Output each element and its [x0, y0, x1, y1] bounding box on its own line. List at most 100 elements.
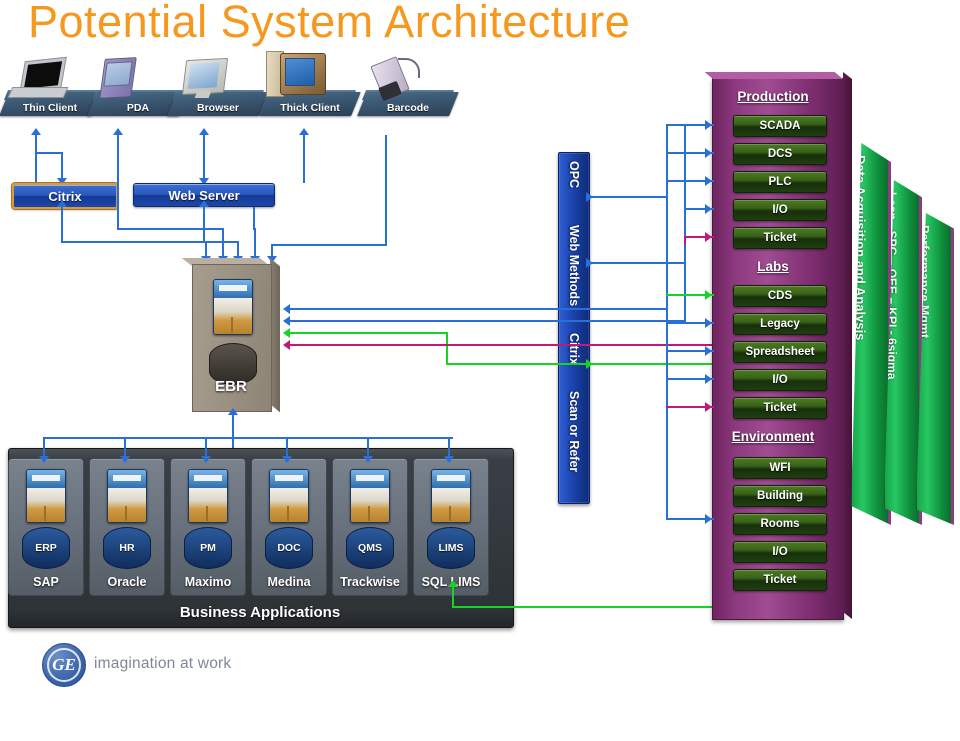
arrow-head	[31, 128, 41, 135]
connector-line-green	[446, 363, 754, 365]
arrow-head	[199, 128, 209, 135]
server-icon	[188, 469, 228, 523]
bus-line	[666, 308, 668, 518]
system-spreadsheet[interactable]: Spreadsheet	[733, 341, 827, 363]
database-cylinder-icon: LIMS	[427, 527, 475, 569]
arrow-head-green	[448, 580, 458, 587]
connector-line	[385, 185, 387, 245]
section-heading-production: Production	[737, 89, 809, 104]
system-io-labs[interactable]: I/O	[733, 369, 827, 391]
system-ticket-labs[interactable]: Ticket	[733, 397, 827, 419]
system-building[interactable]: Building	[733, 485, 827, 507]
db-label: DOC	[277, 542, 301, 554]
arrow-head	[201, 456, 211, 463]
connector-line	[203, 155, 205, 180]
system-io-environment[interactable]: I/O	[733, 541, 827, 563]
system-plc[interactable]: PLC	[733, 171, 827, 193]
arrow-head	[113, 128, 123, 135]
system-ticket-production[interactable]: Ticket	[733, 227, 827, 249]
database-cylinder-icon: PM	[184, 527, 232, 569]
ge-monogram-icon: GE	[42, 643, 86, 687]
app-name: Trackwise	[340, 575, 400, 589]
ebr-server-box[interactable]: EBR	[181, 258, 280, 413]
connector-line	[203, 135, 205, 157]
connector-line	[203, 241, 239, 243]
arrow-head	[282, 456, 292, 463]
bus-line	[666, 124, 668, 198]
server-icon	[107, 469, 147, 523]
system-io-production[interactable]: I/O	[733, 199, 827, 221]
client-browser[interactable]: Browser	[167, 57, 269, 116]
business-app-erp[interactable]: ERP SAP	[8, 458, 84, 596]
db-label: QMS	[358, 542, 382, 554]
server-icon	[269, 469, 309, 523]
database-cylinder-icon: HR	[103, 527, 151, 569]
db-label: HR	[119, 542, 135, 554]
database-cylinder-icon: QMS	[346, 527, 394, 569]
business-app-doc[interactable]: DOC Medina	[251, 458, 327, 596]
business-app-hr[interactable]: HR Oracle	[89, 458, 165, 596]
arrow-head	[705, 374, 712, 384]
connector-line	[385, 135, 387, 185]
arrow-head-green	[283, 328, 290, 338]
arrow-head-magenta	[705, 402, 712, 412]
connector-line-magenta	[286, 344, 742, 346]
server-icon	[213, 279, 253, 335]
system-scada[interactable]: SCADA	[733, 115, 827, 137]
arrow-head	[705, 176, 712, 186]
connector-line-green	[446, 332, 448, 364]
arrow-head	[705, 148, 712, 158]
connector-line	[253, 207, 255, 229]
connector-line	[303, 135, 305, 183]
section-heading-environment: Environment	[731, 429, 815, 444]
system-dcs[interactable]: DCS	[733, 143, 827, 165]
system-wfi[interactable]: WFI	[733, 457, 827, 479]
arrow-head	[705, 204, 712, 214]
app-name: Medina	[267, 575, 311, 589]
business-app-qms[interactable]: QMS Trackwise	[332, 458, 408, 596]
client-pda[interactable]: PDA	[87, 57, 189, 116]
business-applications-label: Business Applications	[179, 604, 341, 621]
connector-line	[117, 135, 119, 183]
connector-line	[286, 320, 686, 322]
database-cylinder-icon: ERP	[22, 527, 70, 569]
database-cylinder-icon: DOC	[265, 527, 313, 569]
server-icon	[350, 469, 390, 523]
connector-line	[666, 196, 668, 310]
arrow-head	[444, 456, 454, 463]
connector-line-green	[452, 586, 454, 608]
app-name: Maximo	[184, 575, 232, 589]
business-app-pm[interactable]: PM Maximo	[170, 458, 246, 596]
system-cds[interactable]: CDS	[733, 285, 827, 307]
arrow-head	[705, 514, 712, 524]
arrow-head-magenta	[283, 340, 290, 350]
connector-line-magenta	[684, 236, 686, 244]
arrow-head	[39, 456, 49, 463]
ebr-label: EBR	[215, 378, 247, 395]
page-title: Potential System Architecture	[28, 0, 631, 47]
connector-line	[117, 228, 224, 230]
arrow-head	[705, 318, 712, 328]
system-ticket-environment[interactable]: Ticket	[733, 569, 827, 591]
connector-line	[286, 308, 668, 310]
arrow-head-magenta	[705, 232, 712, 242]
client-label: Thin Client	[22, 102, 78, 114]
plant-systems-panel: Production SCADA DCS PLC I/O Ticket Labs…	[704, 72, 852, 620]
system-legacy[interactable]: Legacy	[733, 313, 827, 335]
connector-line	[35, 152, 63, 154]
arrow-head	[363, 456, 373, 463]
connector-line	[590, 196, 668, 198]
arrow-head-green	[705, 290, 712, 300]
system-rooms[interactable]: Rooms	[733, 513, 827, 535]
client-thick-client[interactable]: Thick Client	[259, 51, 361, 116]
client-label: Browser	[196, 102, 239, 114]
client-thin-client[interactable]: Thin Client	[0, 56, 101, 116]
db-label: ERP	[35, 542, 57, 554]
business-app-lims[interactable]: LIMS SQL LIMS	[413, 458, 489, 596]
middleware-bar[interactable]: OPC Web Methods Citrix Scan or Refer	[558, 152, 590, 504]
connector-line	[61, 207, 63, 243]
client-barcode[interactable]: Barcode	[357, 56, 459, 116]
green-arrow-data-acquisition[interactable]: Data Acquisition and Analysis	[851, 143, 891, 525]
server-icon	[431, 469, 471, 523]
middleware-segment-scan-or-refer: Scan or Refer	[567, 391, 581, 473]
